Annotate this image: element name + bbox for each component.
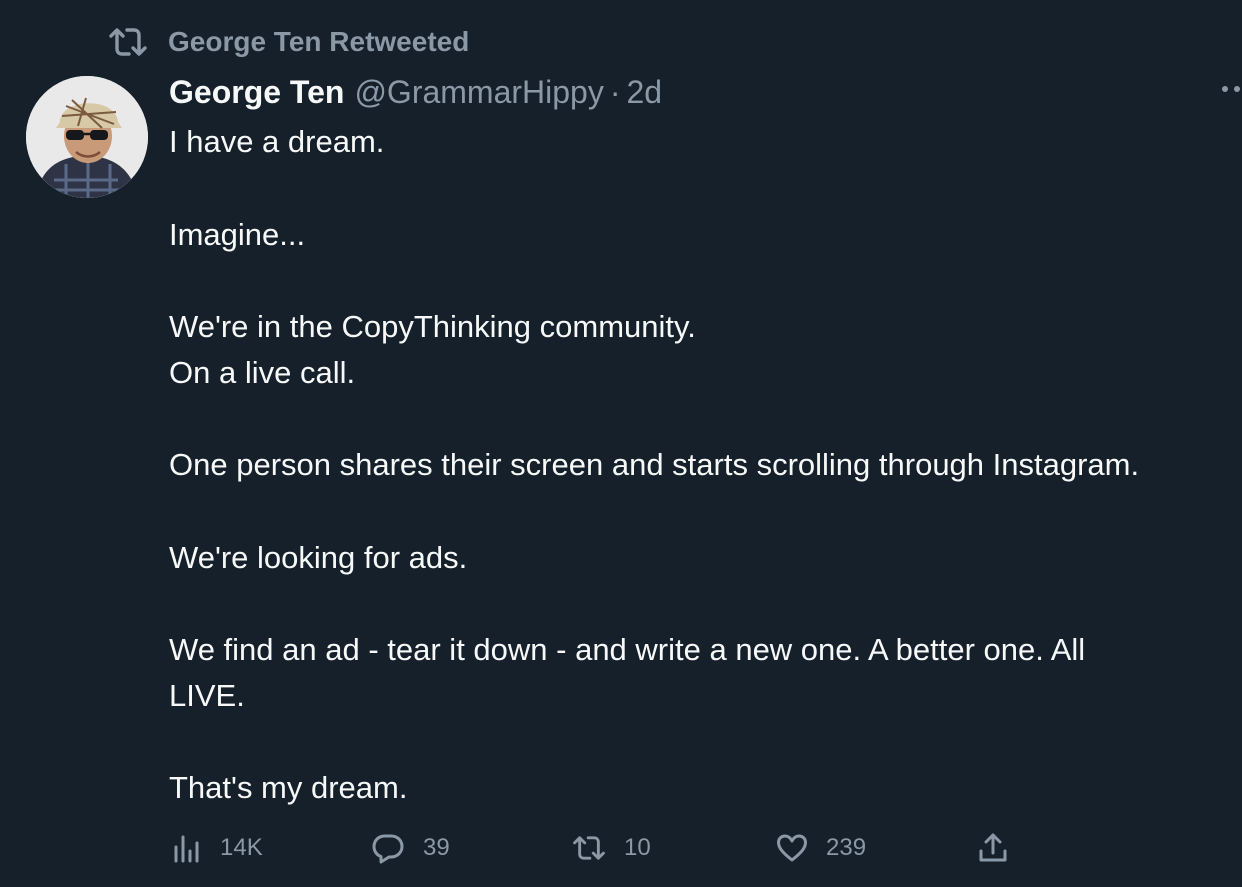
tweet-line: LIVE. <box>169 678 245 713</box>
tweet-line: One person shares their screen and start… <box>169 447 1140 482</box>
author-handle[interactable]: @GrammarHippy <box>354 74 603 111</box>
more-options-icon[interactable] <box>1222 86 1242 92</box>
tweet-line: On a live call. <box>169 355 356 390</box>
views-icon <box>172 833 202 863</box>
reply-icon <box>371 832 405 864</box>
tweet-line: We're in the CopyThinking community. <box>169 309 696 344</box>
tweet-line: We're looking for ads. <box>169 540 468 575</box>
reply-button[interactable]: 39 <box>371 826 450 870</box>
avatar[interactable] <box>26 76 148 198</box>
author-display-name[interactable]: George Ten <box>169 74 344 111</box>
tweet-header: George Ten @GrammarHippy · 2d <box>169 71 662 113</box>
tweet-line: I have a dream. <box>169 124 385 159</box>
share-icon <box>978 832 1008 864</box>
header-separator: · <box>609 73 621 110</box>
tweet[interactable]: George Ten Retweeted George Ten @Grammar… <box>0 0 1242 887</box>
tweet-actions: 14K 39 10 239 <box>0 826 1242 870</box>
tweet-timestamp[interactable]: 2d <box>627 74 663 111</box>
heart-icon <box>776 833 808 863</box>
share-button[interactable] <box>978 826 1008 870</box>
views-count: 14K <box>220 834 263 861</box>
like-count: 239 <box>826 834 867 861</box>
tweet-line: Imagine... <box>169 217 306 252</box>
retweet-count: 10 <box>624 834 651 861</box>
retweet-icon <box>108 25 148 59</box>
retweet-context-label[interactable]: George Ten Retweeted <box>168 26 469 58</box>
like-button[interactable]: 239 <box>776 826 866 870</box>
reply-count: 39 <box>423 834 450 861</box>
tweet-line: That's my dream. <box>169 770 408 805</box>
views-button[interactable]: 14K <box>172 826 263 870</box>
retweet-context: George Ten Retweeted <box>108 24 469 60</box>
tweet-line: We find an ad - tear it down - and write… <box>169 632 1086 667</box>
retweet-icon <box>572 833 606 863</box>
retweet-button[interactable]: 10 <box>572 826 651 870</box>
